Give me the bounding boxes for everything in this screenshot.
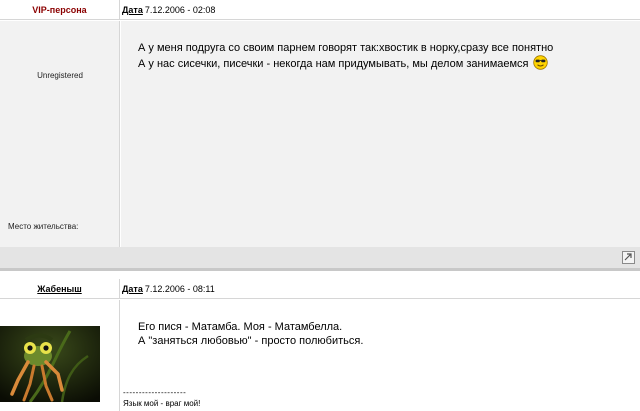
author-name[interactable]: VIP-персона xyxy=(32,5,86,15)
post-separator xyxy=(0,268,640,271)
author-info-panel xyxy=(0,300,120,411)
back-to-top-button[interactable] xyxy=(622,251,635,264)
message-panel: А у меня подруга со своим парнем говорят… xyxy=(121,21,640,247)
message-line: А у меня подруга со своим парнем говорят… xyxy=(138,42,554,54)
author-name[interactable]: Жабеныш xyxy=(37,284,81,294)
forum-post: Жабеныш Дата 7.12.2006 - 08:11 Его пися … xyxy=(0,279,640,411)
forum-post: VIP-персона Дата 7.12.2006 - 02:08 Unregi… xyxy=(0,0,640,270)
user-status: Unregistered xyxy=(37,71,83,80)
post-header: VIP-персона Дата 7.12.2006 - 02:08 xyxy=(0,0,640,20)
date-cell: Дата 7.12.2006 - 08:11 xyxy=(121,279,640,299)
author-info-panel: Unregistered Место жительства: xyxy=(0,21,120,247)
message-line: Его пися - Матамба. Моя - Матамбелла. xyxy=(138,321,343,333)
cool-smiley-icon xyxy=(532,55,548,70)
author-cell: VIP-персона xyxy=(0,0,120,20)
date-label[interactable]: Дата xyxy=(122,284,143,294)
post-footer-bar xyxy=(0,247,640,268)
message-line-with-emoticon: А у нас сисечки, писечки - некогда нам п… xyxy=(138,55,548,71)
message-line: А "заняться любовью" - просто полюбиться… xyxy=(138,335,364,347)
date-label[interactable]: Дата xyxy=(122,5,143,15)
message-panel: Его пися - Матамба. Моя - Матамбелла. А … xyxy=(121,300,640,411)
author-cell: Жабеныш xyxy=(0,279,120,299)
location-label: Место жительства: xyxy=(8,222,79,231)
post-date: 7.12.2006 - 08:11 xyxy=(144,284,215,294)
arrow-icon xyxy=(624,253,632,261)
post-date: 7.12.2006 - 02:08 xyxy=(144,5,216,15)
message-line: А у нас сисечки, писечки - некогда нам п… xyxy=(138,58,529,70)
date-cell: Дата 7.12.2006 - 02:08 xyxy=(121,0,640,20)
avatar xyxy=(0,326,100,402)
frog-avatar-image xyxy=(0,326,100,402)
signature-text: Язык мой - враг мой! xyxy=(123,399,201,408)
post-header: Жабеныш Дата 7.12.2006 - 08:11 xyxy=(0,279,640,299)
signature-divider: -------------------- xyxy=(123,388,187,397)
